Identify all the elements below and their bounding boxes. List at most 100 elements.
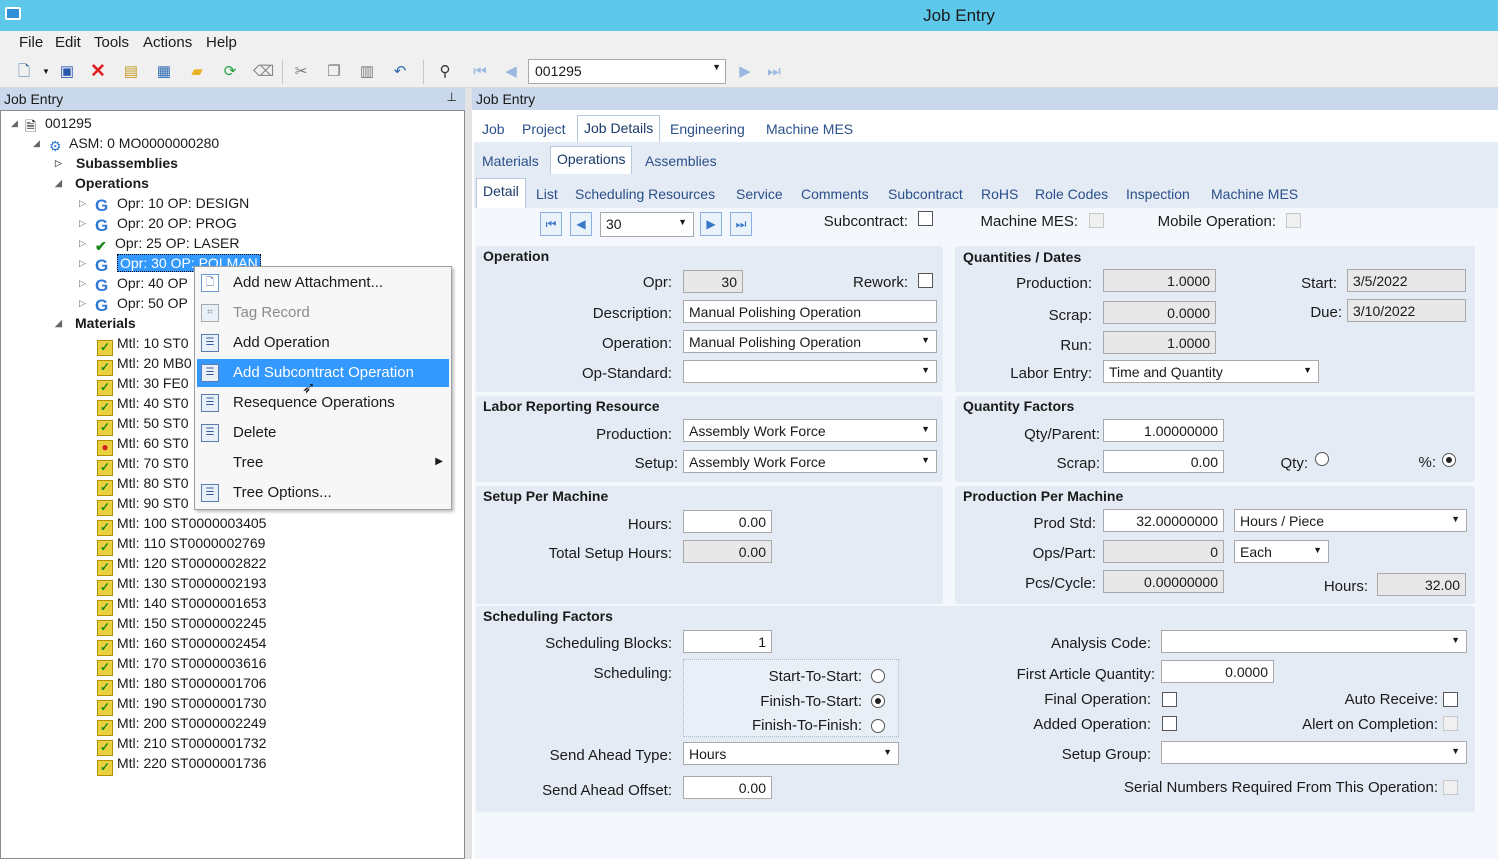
op-standard-combo[interactable]: ▼ — [683, 360, 937, 383]
first-article-quantity-field[interactable]: 0.0000 — [1161, 660, 1274, 683]
last-operation-button[interactable]: ⏭ — [730, 212, 752, 236]
ops-part-field[interactable]: 0 — [1103, 540, 1224, 563]
tree-node-operation[interactable]: ▷ G Opr: 10 OP: DESIGN — [79, 195, 249, 215]
run-qty-field[interactable]: 1.0000 — [1103, 331, 1216, 354]
collapse-icon[interactable]: ◢ — [55, 318, 62, 329]
eraser-icon[interactable]: ⌫ — [253, 62, 274, 82]
scrap-factor-field[interactable]: 0.00 — [1103, 450, 1224, 473]
tab-engineering[interactable]: Engineering — [670, 121, 745, 137]
copy-icon[interactable]: ❐ — [324, 62, 344, 82]
pcs-cycle-field[interactable]: 0.00000000 — [1103, 570, 1224, 593]
tab-machine-mes-detail[interactable]: Machine MES — [1211, 186, 1298, 202]
tab-service[interactable]: Service — [736, 186, 783, 202]
mobile-operation-checkbox[interactable] — [1286, 213, 1301, 228]
analysis-code-combo[interactable]: ▼ — [1161, 630, 1467, 653]
new-dropdown-icon[interactable]: ▼ — [36, 62, 56, 82]
menu-item-tree-options[interactable]: ☰ Tree Options... — [197, 479, 449, 507]
qty-radio[interactable] — [1315, 452, 1329, 466]
panel-splitter[interactable] — [465, 88, 472, 859]
tree-node-material[interactable]: ✓ Mtl: 130 ST0000002193 — [97, 575, 266, 596]
send-ahead-offset-field[interactable]: 0.00 — [683, 776, 772, 799]
tree-node-material[interactable]: ✓ Mtl: 10 ST0 — [97, 335, 189, 356]
tree-node-subassemblies[interactable]: ▷ Subassemblies — [55, 155, 178, 171]
subcontract-checkbox[interactable] — [918, 211, 933, 226]
ops-part-unit-combo[interactable]: Each ▼ — [1234, 540, 1329, 563]
tree-node-material[interactable]: ✓ Mtl: 170 ST0000003616 — [97, 655, 266, 676]
tree-node-material[interactable]: ✓ Mtl: 140 ST0000001653 — [97, 595, 266, 616]
final-operation-checkbox[interactable] — [1162, 692, 1177, 707]
tree-node-material[interactable]: ✓ Mtl: 100 ST0000003405 — [97, 515, 266, 536]
next-operation-button[interactable]: ▶ — [700, 212, 722, 236]
tree-node-operation[interactable]: ▷ G Opr: 50 OP — [79, 295, 188, 315]
expand-icon[interactable]: ▷ — [79, 278, 86, 289]
menu-item-resequence-operations[interactable]: ☰ Resequence Operations — [197, 389, 449, 417]
tab-list[interactable]: List — [536, 186, 558, 202]
job-number-combo[interactable]: 001295 ▼ — [528, 59, 726, 84]
labor-setup-combo[interactable]: Assembly Work Force ▼ — [683, 450, 937, 473]
scheduling-blocks-field[interactable]: 1 — [683, 630, 772, 653]
tree-node-material[interactable]: ✓ Mtl: 40 ST0 — [97, 395, 189, 416]
tab-machine-mes[interactable]: Machine MES — [766, 121, 853, 137]
collapse-icon[interactable]: ◢ — [33, 138, 40, 149]
folder-icon[interactable]: ▰ — [187, 62, 207, 82]
finish-to-finish-radio[interactable] — [871, 719, 885, 733]
expand-icon[interactable]: ▷ — [79, 238, 86, 249]
tab-assemblies[interactable]: Assemblies — [645, 153, 717, 169]
first-record-icon[interactable]: ⏮ — [470, 62, 490, 82]
tree-node-material[interactable]: ✓ Mtl: 30 FE0 — [97, 375, 189, 396]
tab-job-details[interactable]: Job Details — [577, 115, 661, 142]
expand-icon[interactable]: ▷ — [79, 258, 86, 269]
added-operation-checkbox[interactable] — [1162, 716, 1177, 731]
prod-std-unit-combo[interactable]: Hours / Piece ▼ — [1234, 509, 1467, 532]
menu-edit[interactable]: Edit — [55, 34, 81, 51]
tree-node-material[interactable]: ✓ Mtl: 180 ST0000001706 — [97, 675, 266, 696]
undo-icon[interactable]: ↶ — [390, 62, 410, 82]
start-to-start-radio[interactable] — [871, 669, 885, 683]
tab-materials[interactable]: Materials — [482, 153, 539, 169]
tab-operations[interactable]: Operations — [550, 146, 633, 174]
setup-hours-field[interactable]: 0.00 — [683, 510, 772, 533]
labor-entry-combo[interactable]: Time and Quantity ▼ — [1103, 360, 1319, 383]
previous-record-icon[interactable]: ◀ — [501, 62, 521, 82]
production-qty-field[interactable]: 1.0000 — [1103, 269, 1216, 292]
tree-node-material[interactable]: ✓ Mtl: 120 ST0000002822 — [97, 555, 266, 576]
due-date-field[interactable]: 3/10/2022 — [1347, 299, 1466, 322]
rework-checkbox[interactable] — [918, 273, 933, 288]
open-book-icon[interactable]: ▤ — [121, 62, 141, 82]
tree-node-material[interactable]: ✓ Mtl: 190 ST0000001730 — [97, 695, 266, 716]
tab-job[interactable]: Job — [482, 121, 505, 137]
tree-node-material[interactable]: ✓ Mtl: 90 ST0 — [97, 495, 189, 516]
auto-receive-checkbox[interactable] — [1443, 692, 1458, 707]
expand-icon[interactable]: ▷ — [55, 158, 62, 169]
tab-role-codes[interactable]: Role Codes — [1035, 186, 1108, 202]
tab-detail[interactable]: Detail — [476, 178, 526, 208]
menu-item-add-attachment[interactable]: 🗋 Add new Attachment... — [197, 269, 449, 297]
finish-to-start-radio[interactable] — [871, 694, 885, 708]
expand-icon[interactable]: ▷ — [79, 218, 86, 229]
tree-node-material[interactable]: ✓ Mtl: 70 ST0 — [97, 455, 189, 476]
grid-icon[interactable]: ▦ — [154, 62, 174, 82]
total-setup-hours-field[interactable]: 0.00 — [683, 540, 772, 563]
last-record-icon[interactable]: ⏭ — [764, 62, 784, 82]
menu-item-tree[interactable]: Tree ▶ — [197, 449, 449, 477]
tree-node-material[interactable]: ✓ Mtl: 160 ST0000002454 — [97, 635, 266, 656]
tree-node-material[interactable]: ✓ Mtl: 200 ST0000002249 — [97, 715, 266, 736]
tab-subcontract[interactable]: Subcontract — [888, 186, 963, 202]
tree-node-material[interactable]: ● Mtl: 60 ST0 — [97, 435, 189, 456]
percent-radio[interactable] — [1442, 453, 1456, 467]
pin-icon[interactable]: ⊥ — [447, 90, 457, 104]
menu-tools[interactable]: Tools — [94, 34, 129, 51]
search-binoculars-icon[interactable]: ⚲ — [435, 62, 455, 82]
tab-inspection[interactable]: Inspection — [1126, 186, 1190, 202]
tab-comments[interactable]: Comments — [801, 186, 869, 202]
save-icon[interactable]: ▣ — [57, 62, 77, 82]
tab-project[interactable]: Project — [522, 121, 566, 137]
tree-node-material[interactable]: ✓ Mtl: 20 MB0 — [97, 355, 192, 376]
machine-mes-checkbox[interactable] — [1089, 213, 1104, 228]
opr-field[interactable]: 30 — [683, 270, 743, 293]
collapse-icon[interactable]: ◢ — [55, 178, 62, 189]
paste-icon[interactable]: ▥ — [357, 62, 377, 82]
menu-help[interactable]: Help — [206, 34, 237, 51]
first-operation-button[interactable]: ⏮ — [540, 212, 562, 236]
description-field[interactable]: Manual Polishing Operation — [683, 300, 937, 323]
